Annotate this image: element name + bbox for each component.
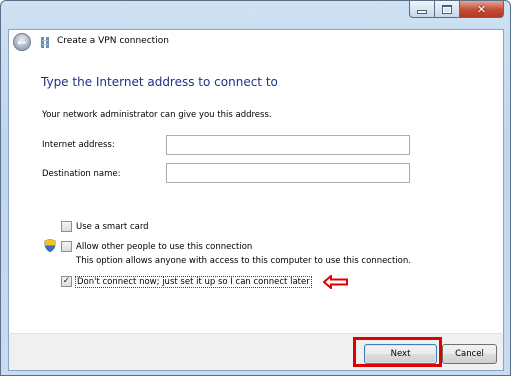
vpn-wizard-window: ✕ ← Create a VPN connection Type the Int… — [0, 0, 511, 376]
dont-connect-checkbox[interactable]: ✓ — [61, 276, 72, 287]
window-title: Create a VPN connection — [57, 36, 169, 46]
wizard-navbar: ← Create a VPN connection — [9, 30, 503, 54]
dont-connect-option[interactable]: ✓ Don't connect now; just set it up so I… — [61, 275, 312, 288]
red-arrow-icon — [323, 275, 348, 289]
destination-name-label: Destination name: — [42, 169, 121, 179]
destination-name-field[interactable] — [166, 163, 410, 183]
back-arrow-icon: ← — [17, 35, 27, 49]
minimize-icon — [417, 10, 427, 14]
destination-name-input[interactable] — [167, 164, 409, 182]
minimize-button[interactable] — [409, 1, 435, 18]
close-icon: ✕ — [476, 2, 487, 16]
back-button[interactable]: ← — [13, 33, 31, 51]
close-button[interactable]: ✕ — [460, 1, 504, 18]
allow-others-label[interactable]: Allow other people to use this connectio… — [76, 242, 252, 252]
next-button-highlight — [353, 337, 442, 367]
maximize-icon — [442, 4, 452, 14]
instruction-text: Your network administrator can give you … — [42, 110, 272, 120]
cancel-button[interactable]: Cancel — [442, 344, 497, 364]
vpn-wizard-icon — [41, 37, 49, 48]
page-heading: Type the Internet address to connect to — [41, 75, 278, 89]
maximize-button[interactable] — [435, 1, 460, 18]
uac-shield-icon — [44, 239, 56, 252]
caption-buttons: ✕ — [409, 1, 504, 19]
smart-card-checkbox[interactable] — [61, 221, 72, 232]
smart-card-label[interactable]: Use a smart card — [76, 222, 149, 232]
allow-others-checkbox[interactable] — [61, 241, 72, 252]
dont-connect-label[interactable]: Don't connect now; just set it up so I c… — [75, 275, 312, 288]
internet-address-label: Internet address: — [42, 140, 115, 150]
allow-others-description: This option allows anyone with access to… — [76, 256, 411, 266]
checkmark-icon: ✓ — [62, 276, 71, 286]
allow-others-option[interactable]: Allow other people to use this connectio… — [61, 241, 252, 252]
smart-card-option[interactable]: Use a smart card — [61, 221, 149, 232]
internet-address-field[interactable] — [166, 135, 410, 155]
internet-address-input[interactable] — [167, 136, 409, 154]
wizard-content: ← Create a VPN connection Type the Inter… — [8, 29, 504, 333]
